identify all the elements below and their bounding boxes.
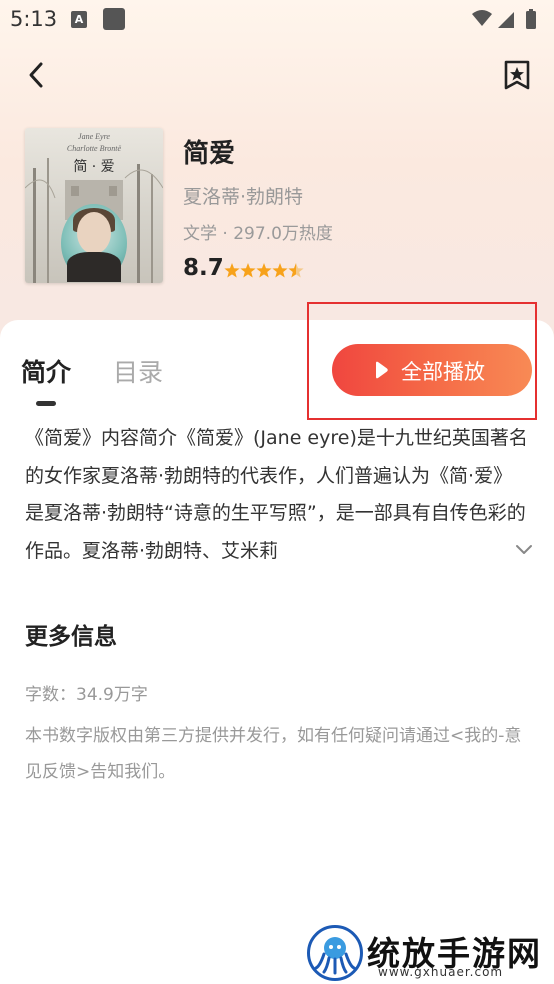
rating-star-icon <box>224 263 240 278</box>
octopus-logo-icon <box>314 937 356 975</box>
tab-active-indicator <box>36 401 56 406</box>
play-icon <box>376 361 388 379</box>
chevron-down-icon <box>516 545 532 554</box>
rating-star-icon <box>240 263 256 278</box>
copyright-notice: 本书数字版权由第三方提供并发行，如有任何疑问请通过<我的-意见反馈>告知我们。 <box>25 726 522 782</box>
cover-portrait-face <box>77 212 111 254</box>
cover-english-author: Charlotte Brontë <box>66 144 122 153</box>
chevron-left-icon <box>29 62 43 88</box>
bookmark-button[interactable] <box>500 56 534 94</box>
book-title: 简爱 <box>183 139 236 169</box>
rating-stars <box>224 263 304 278</box>
rating-star-icon <box>272 263 288 278</box>
signal-battery-icons <box>472 9 536 29</box>
tab-toc[interactable]: 目录 <box>113 353 163 389</box>
cover-english-title: Jane Eyre <box>78 132 110 141</box>
more-info-title: 更多信息 <box>25 624 117 650</box>
tab-intro[interactable]: 简介 <box>21 353 71 389</box>
play-all-button[interactable]: 全部播放 <box>332 344 532 396</box>
book-author[interactable]: 夏洛蒂·勃朗特 <box>183 182 303 209</box>
book-score: 8.7 <box>183 255 224 281</box>
back-button[interactable] <box>20 56 54 94</box>
book-meta: 文学 · 297.0万热度 <box>183 224 333 244</box>
bookmark-star-icon <box>504 60 530 90</box>
book-cover[interactable]: Jane Eyre Charlotte Brontë 简 · 爱 <box>25 128 163 283</box>
rating-star-icon <box>256 263 272 278</box>
intro-section: 《简爱》内容简介《简爱》(Jane eyre)是十九世纪英国著名的女作家夏洛蒂·… <box>25 420 531 568</box>
rating-star-icon <box>288 263 304 278</box>
word-count: 字数：34.9万字 <box>25 685 148 705</box>
watermark-logo <box>307 925 363 981</box>
watermark-url: www.gxhuaer.com <box>378 965 504 979</box>
cover-portrait-body <box>67 252 121 282</box>
status-time: 5:13 <box>10 7 58 31</box>
cover-chinese-title: 简 · 爱 <box>73 159 115 175</box>
status-bar: 5:13 A <box>0 0 554 40</box>
notification-a-icon: A <box>71 11 87 28</box>
expand-intro-button[interactable] <box>513 538 535 560</box>
play-all-label: 全部播放 <box>401 360 485 384</box>
notification-square-icon <box>103 8 125 30</box>
